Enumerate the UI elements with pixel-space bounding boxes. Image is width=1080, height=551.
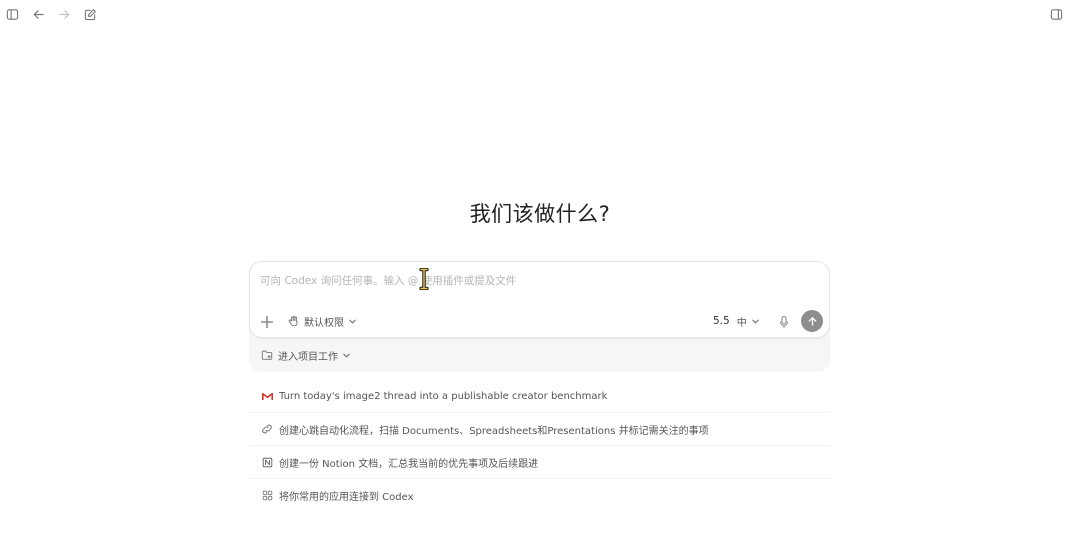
suggestion-item[interactable]: 将你常用的应用连接到 Codex xyxy=(249,479,830,511)
hand-icon xyxy=(288,315,298,327)
new-chat-icon xyxy=(84,8,96,20)
project-label: 进入项目工作 xyxy=(278,351,338,363)
link-icon xyxy=(261,423,273,435)
app-window: 我们该做什么? 默认权限 xyxy=(0,0,1080,551)
forward-arrow-icon xyxy=(58,9,69,19)
permission-dropdown[interactable]: 默认权限 xyxy=(288,313,361,329)
suggestion-item[interactable]: 创建一份 Notion 文档，汇总我当前的优先事项及后续跟进 xyxy=(249,446,830,479)
suggestion-label: 创建心跳自动化流程，扫描 Documents、Spreadsheets和Pres… xyxy=(279,425,709,437)
add-attachment-button[interactable] xyxy=(260,314,274,329)
permission-label: 默认权限 xyxy=(304,317,344,329)
plus-icon xyxy=(260,315,274,329)
prompt-input[interactable] xyxy=(260,272,800,290)
microphone-icon xyxy=(779,315,789,329)
suggestion-label: Turn today's image2 thread into a publis… xyxy=(279,390,608,402)
sidebar-toggle-icon xyxy=(6,8,18,20)
sidebar-toggle-button[interactable] xyxy=(4,6,20,22)
project-dropdown[interactable]: 进入项目工作 xyxy=(261,347,356,363)
send-button[interactable] xyxy=(801,310,823,332)
notion-icon xyxy=(261,456,273,468)
text-cursor-icon xyxy=(419,268,429,290)
forward-button[interactable] xyxy=(56,6,72,22)
suggestion-item[interactable]: Turn today's image2 thread into a publis… xyxy=(249,380,830,413)
new-chat-button[interactable] xyxy=(82,6,98,22)
panel-icon xyxy=(1050,8,1062,20)
model-selector[interactable]: 5.5 中 xyxy=(713,313,760,329)
model-effort: 中 xyxy=(736,317,747,329)
chevron-down-icon xyxy=(343,353,350,357)
top-toolbar xyxy=(4,6,108,22)
composer-container: 默认权限 5.5 中 xyxy=(249,261,830,372)
toggle-panel-button[interactable] xyxy=(1048,6,1064,22)
chevron-down-icon xyxy=(349,319,356,323)
back-button[interactable] xyxy=(30,6,46,22)
suggestion-label: 将你常用的应用连接到 Codex xyxy=(279,491,414,503)
suggestion-label: 创建一份 Notion 文档，汇总我当前的优先事项及后续跟进 xyxy=(279,458,539,470)
gmail-icon xyxy=(261,390,273,402)
arrow-up-icon xyxy=(808,316,816,326)
model-version: 5.5 xyxy=(713,315,730,327)
suggestion-list: Turn today's image2 thread into a publis… xyxy=(249,380,830,511)
suggestion-item[interactable]: 创建心跳自动化流程，扫描 Documents、Spreadsheets和Pres… xyxy=(249,413,830,446)
composer-box: 默认权限 5.5 中 xyxy=(249,261,830,338)
chevron-down-icon xyxy=(751,319,759,323)
back-arrow-icon xyxy=(33,9,44,19)
apps-grid-icon xyxy=(261,489,273,501)
page-title: 我们该做什么? xyxy=(469,202,611,226)
folder-icon xyxy=(261,350,273,360)
voice-input-button[interactable] xyxy=(778,314,790,329)
